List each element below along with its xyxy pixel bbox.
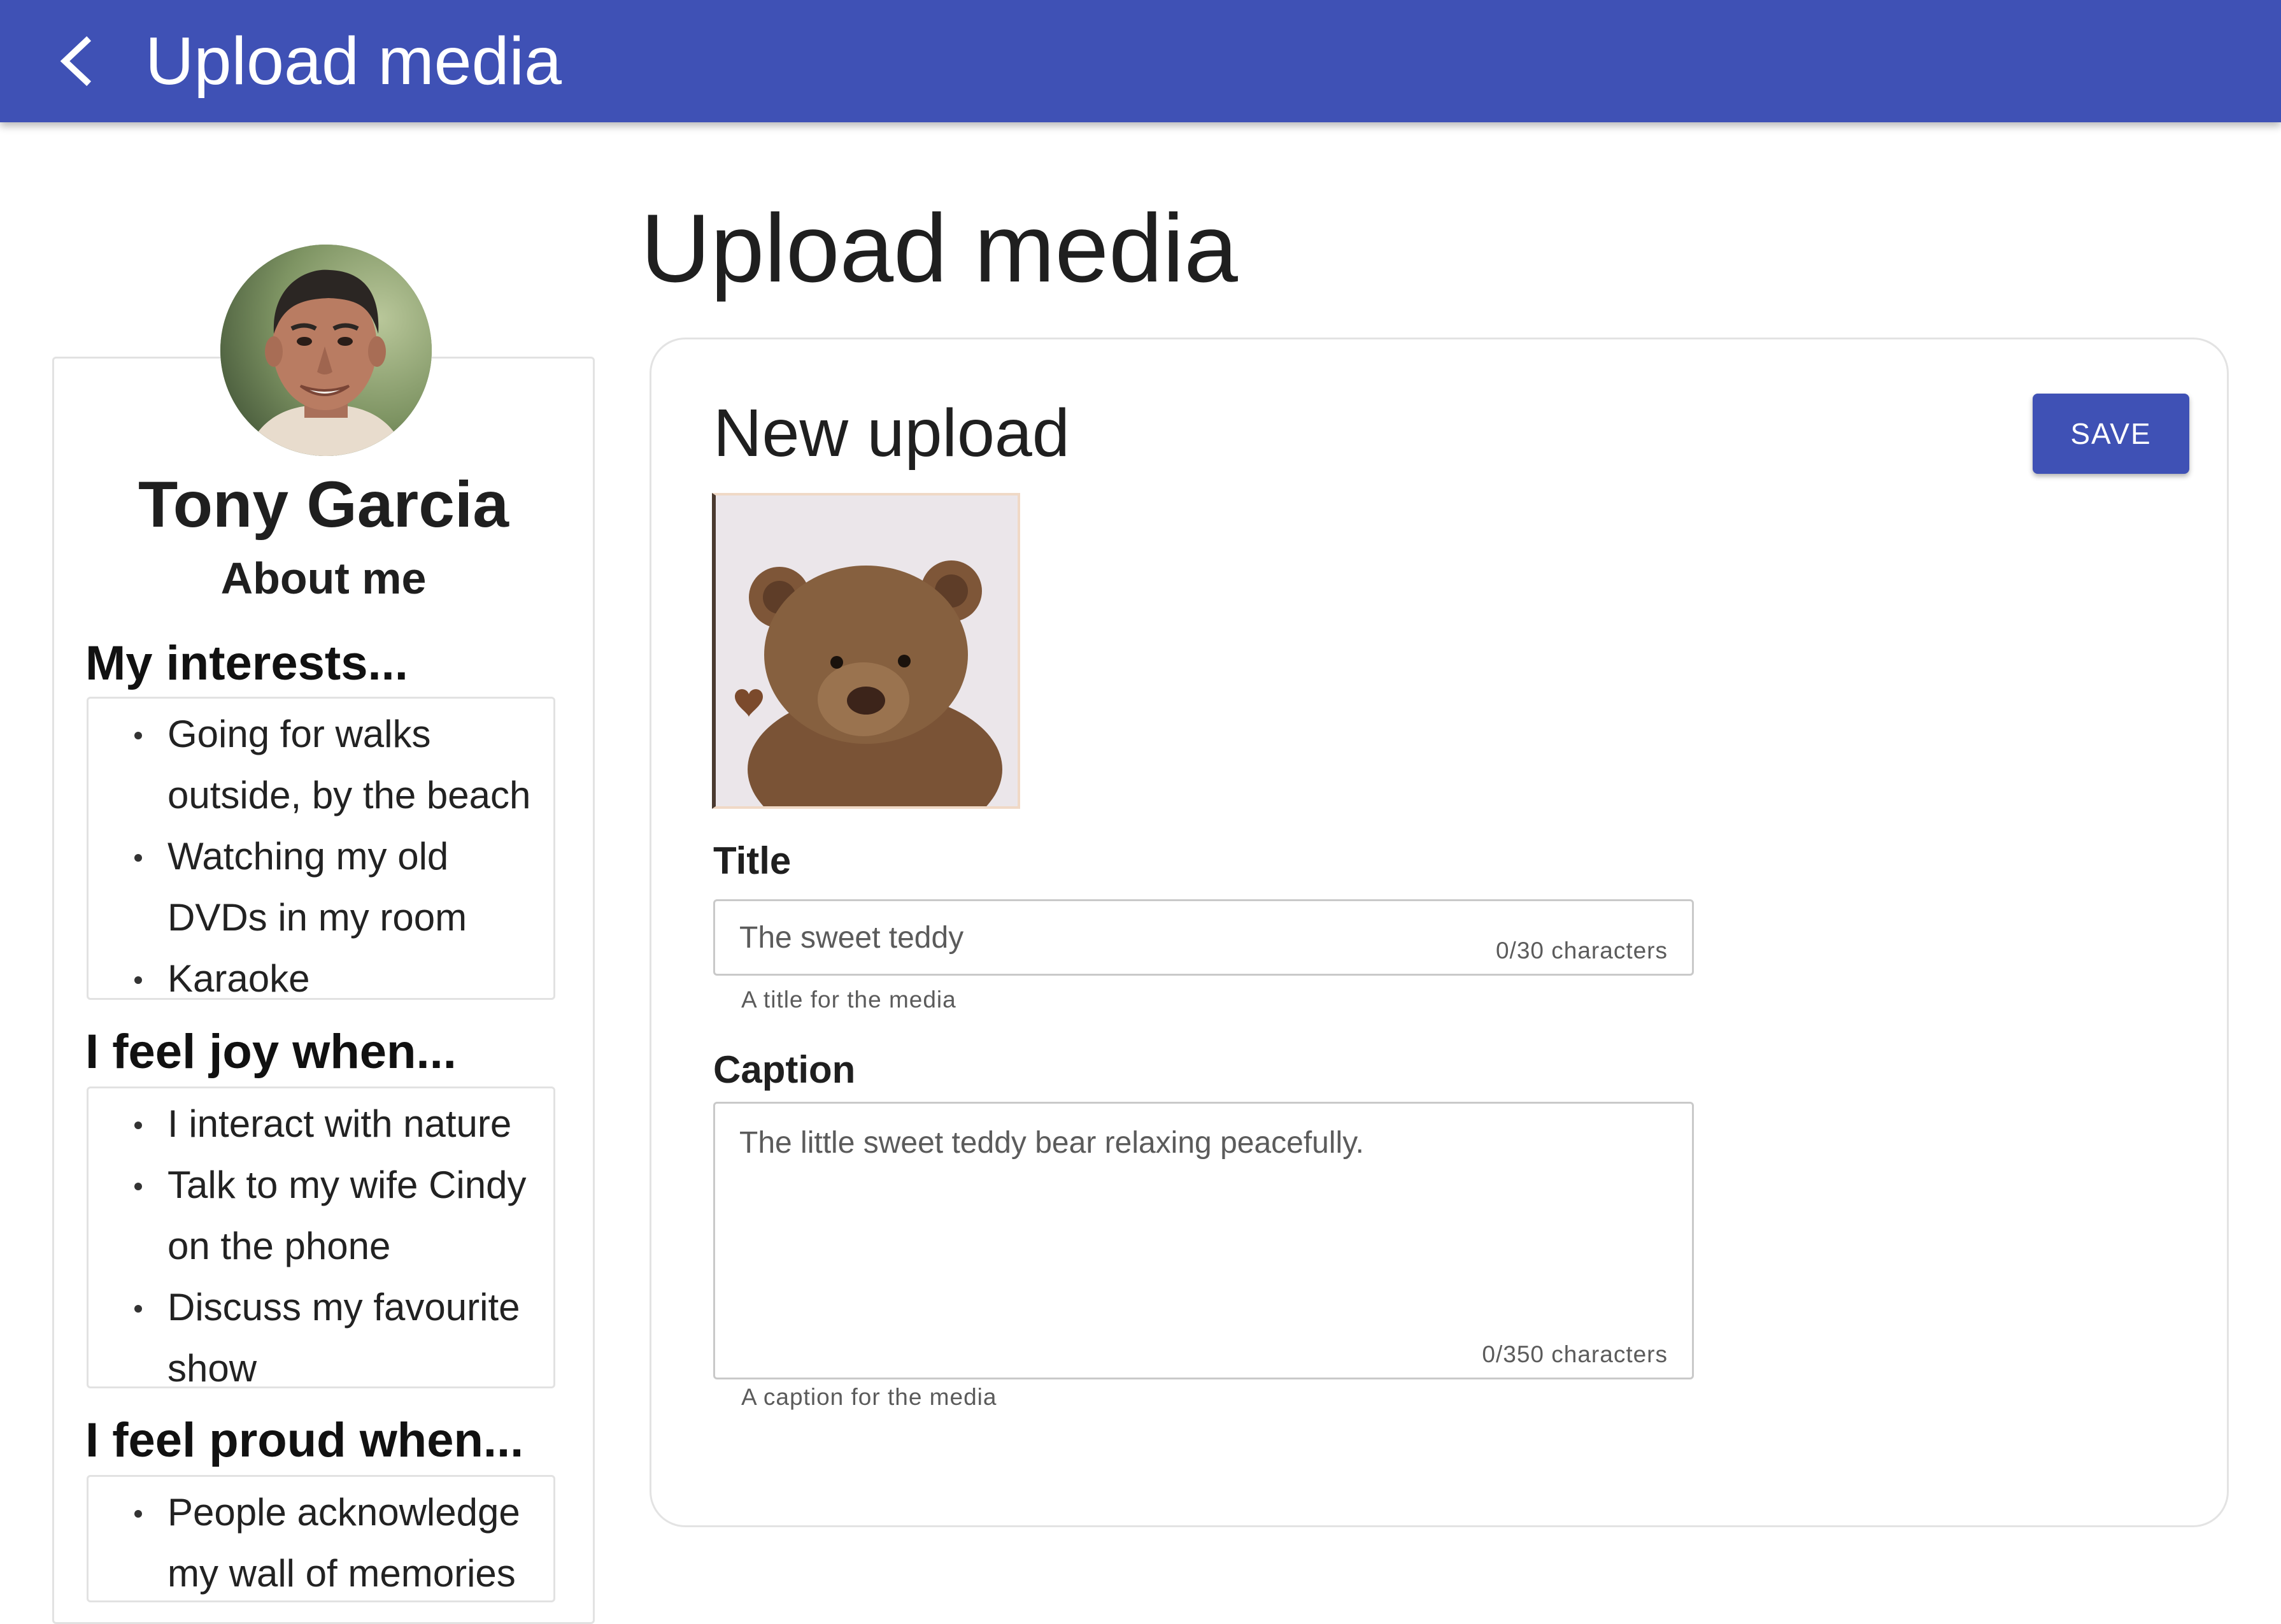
title-char-counter: 0/30 characters (1495, 937, 1668, 964)
list-item: Karaoke (134, 948, 553, 998)
list-item: Going for walks outside, by the beach (134, 704, 553, 826)
caption-label: Caption (713, 1048, 856, 1091)
caption-textarea-value: The little sweet teddy bear relaxing pea… (739, 1126, 1364, 1160)
app-bar: Upload media (0, 0, 2281, 122)
proud-list: People acknowledge my wall of memories (87, 1475, 555, 1602)
app-bar-title: Upload media (145, 24, 562, 99)
save-button[interactable]: SAVE (2033, 394, 2189, 474)
list-item: Talk to my wife Cindy on the phone (134, 1155, 553, 1277)
back-button[interactable] (45, 29, 108, 93)
list-item: People acknowledge my wall of memories (134, 1482, 553, 1600)
title-input-value: The sweet teddy (739, 921, 964, 955)
about-me-heading: About me (220, 553, 427, 603)
page-title: Upload media (641, 194, 1238, 303)
proud-heading: I feel proud when... (85, 1413, 524, 1467)
list-item: Discuss my favourite show (134, 1277, 553, 1386)
list-item: I interact with nature (134, 1093, 553, 1155)
caption-char-counter: 0/350 characters (1482, 1341, 1668, 1367)
joy-heading: I feel joy when... (85, 1025, 457, 1079)
joy-list: I interact with nature Talk to my wife C… (87, 1086, 555, 1388)
title-helper-text: A title for the media (741, 987, 956, 1013)
interests-list: Going for walks outside, by the beach Wa… (87, 697, 555, 1000)
caption-helper-text: A caption for the media (741, 1384, 997, 1410)
profile-name: Tony Garcia (138, 468, 509, 541)
list-item: Watching my old DVDs in my room (134, 826, 553, 948)
interests-heading: My interests... (85, 636, 408, 690)
caption-textarea[interactable]: The little sweet teddy bear relaxing pea… (713, 1102, 1694, 1379)
chevron-left-icon (60, 36, 92, 87)
card-title: New upload (713, 395, 1070, 471)
media-preview (712, 493, 1020, 809)
title-input[interactable]: The sweet teddy 0/30 characters (713, 899, 1694, 976)
title-label: Title (713, 839, 792, 882)
avatar (220, 245, 432, 456)
